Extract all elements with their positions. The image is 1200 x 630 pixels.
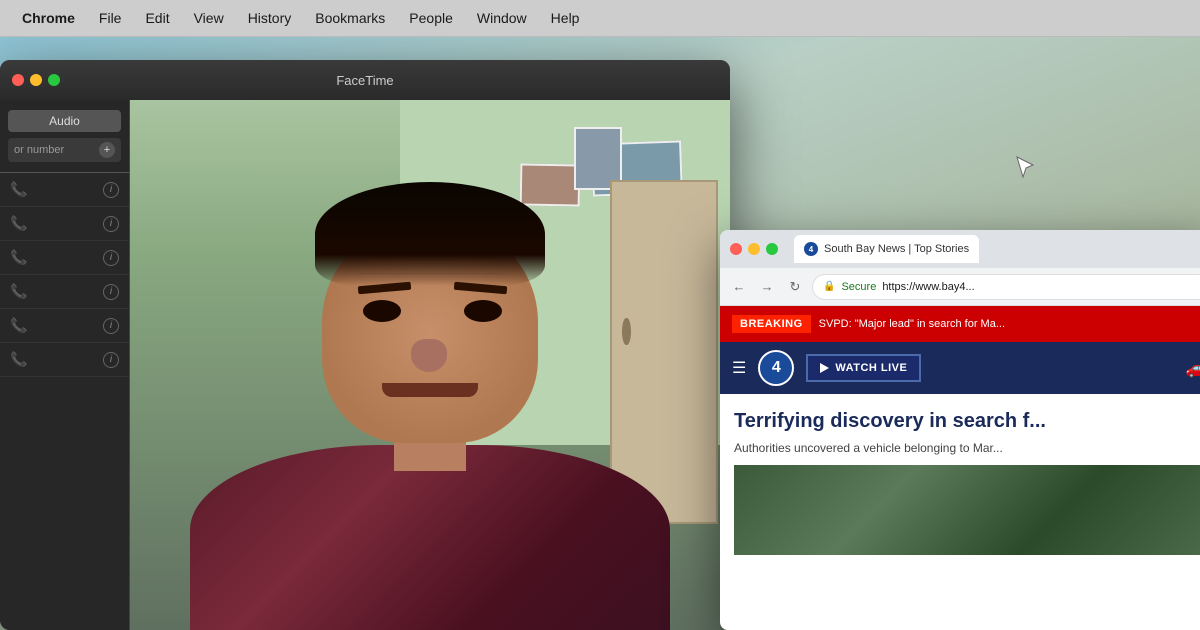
menu-file[interactable]: File <box>89 6 132 30</box>
refresh-button[interactable]: ↻ <box>784 276 806 298</box>
breaking-news-banner: BREAKING SVPD: "Major lead" in search fo… <box>720 306 1200 342</box>
window-controls <box>12 74 60 86</box>
info-icon[interactable]: i <box>103 352 119 368</box>
menu-window[interactable]: Window <box>467 6 537 30</box>
menu-view[interactable]: View <box>184 6 234 30</box>
contact-row[interactable]: 📞 i <box>0 207 129 241</box>
news-image <box>734 465 1200 555</box>
phone-icon: 📞 <box>10 215 27 232</box>
facetime-window: FaceTime Audio or number + 📞 i 📞 i 📞 i 📞… <box>0 60 730 630</box>
url-text: https://www.bay4... <box>882 281 974 293</box>
room-door <box>610 180 718 525</box>
info-icon[interactable]: i <box>103 182 119 198</box>
chrome-titlebar: 4 South Bay News | Top Stories <box>720 230 1200 268</box>
news-content: Terrifying discovery in search f... Auth… <box>720 394 1200 569</box>
contact-row[interactable]: 📞 i <box>0 241 129 275</box>
menu-people[interactable]: People <box>399 6 463 30</box>
phone-icon: 📞 <box>10 283 27 300</box>
car-icon: 🚗 <box>1186 358 1200 379</box>
play-icon <box>820 363 829 373</box>
news-headline: Terrifying discovery in search f... <box>734 408 1200 434</box>
watch-live-label: WATCH LIVE <box>835 362 907 374</box>
maximize-button[interactable] <box>48 74 60 86</box>
menu-bookmarks[interactable]: Bookmarks <box>305 6 395 30</box>
menu-history[interactable]: History <box>238 6 302 30</box>
hamburger-menu-icon[interactable]: ☰ <box>732 358 746 378</box>
breaking-text: SVPD: "Major lead" in search for Ma... <box>819 318 1005 330</box>
chrome-maximize-button[interactable] <box>766 243 778 255</box>
contact-row[interactable]: 📞 i <box>0 173 129 207</box>
lock-icon: 🔒 <box>823 281 835 292</box>
contact-row[interactable]: 📞 i <box>0 309 129 343</box>
info-icon[interactable]: i <box>103 216 119 232</box>
facetime-title: FaceTime <box>336 73 393 88</box>
contact-row[interactable]: 📞 i <box>0 343 129 377</box>
search-placeholder: or number <box>14 144 64 156</box>
menu-chrome[interactable]: Chrome <box>12 6 85 30</box>
audio-button[interactable]: Audio <box>8 110 121 132</box>
menu-bar: Chrome File Edit View History Bookmarks … <box>0 0 1200 37</box>
chrome-close-button[interactable] <box>730 243 742 255</box>
chrome-minimize-button[interactable] <box>748 243 760 255</box>
minimize-button[interactable] <box>30 74 42 86</box>
person-shirt <box>190 445 670 630</box>
info-icon[interactable]: i <box>103 318 119 334</box>
chrome-browser-window: 4 South Bay News | Top Stories ← → ↻ 🔒 S… <box>720 230 1200 630</box>
menu-help[interactable]: Help <box>541 6 590 30</box>
tab-favicon: 4 <box>804 242 818 256</box>
chrome-window-controls <box>730 243 778 255</box>
sidebar-top: Audio or number + <box>0 100 129 173</box>
menu-edit[interactable]: Edit <box>135 6 179 30</box>
info-icon[interactable]: i <box>103 284 119 300</box>
phone-icon: 📞 <box>10 351 27 368</box>
active-tab[interactable]: 4 South Bay News | Top Stories <box>794 235 979 263</box>
facetime-video <box>130 100 730 630</box>
add-contact-icon[interactable]: + <box>99 142 115 158</box>
phone-icon: 📞 <box>10 317 27 334</box>
back-button[interactable]: ← <box>728 276 750 298</box>
facetime-sidebar: Audio or number + 📞 i 📞 i 📞 i 📞 i 📞 i <box>0 100 130 630</box>
news-site-header: ☰ 4 WATCH LIVE 🚗 <box>720 342 1200 394</box>
address-bar[interactable]: 🔒 Secure https://www.bay4... <box>812 274 1200 300</box>
close-button[interactable] <box>12 74 24 86</box>
tab-title: South Bay News | Top Stories <box>824 243 969 255</box>
facetime-titlebar: FaceTime <box>0 60 730 100</box>
chrome-omnibar: ← → ↻ 🔒 Secure https://www.bay4... <box>720 268 1200 306</box>
phone-icon: 📞 <box>10 181 27 198</box>
contact-row[interactable]: 📞 i <box>0 275 129 309</box>
person-face-area <box>310 195 550 471</box>
tab-bar: 4 South Bay News | Top Stories <box>794 235 1200 263</box>
news-logo: 4 <box>758 350 794 386</box>
news-subtext: Authorities uncovered a vehicle belongin… <box>734 440 1200 457</box>
search-field[interactable]: or number + <box>8 138 121 162</box>
info-icon[interactable]: i <box>103 250 119 266</box>
watch-live-button[interactable]: WATCH LIVE <box>806 354 921 382</box>
secure-label: Secure <box>841 281 876 293</box>
phone-icon: 📞 <box>10 249 27 266</box>
forward-button[interactable]: → <box>756 276 778 298</box>
breaking-label: BREAKING <box>732 315 811 333</box>
